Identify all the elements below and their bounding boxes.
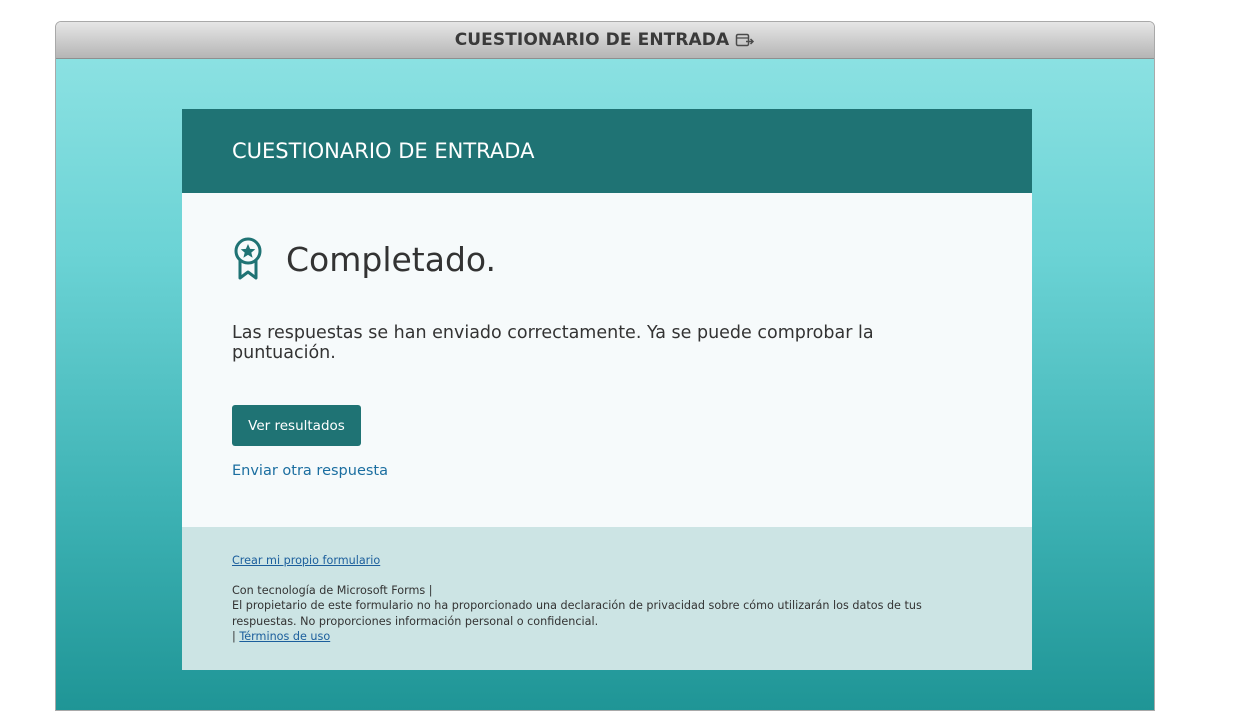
app-window: CUESTIONARIO DE ENTRADA CUESTIONARIO DE … bbox=[55, 21, 1155, 711]
form-header: CUESTIONARIO DE ENTRADA bbox=[182, 109, 1032, 193]
powered-by-text: Con tecnología de Microsoft Forms | bbox=[232, 583, 433, 597]
window-titlebar: CUESTIONARIO DE ENTRADA bbox=[56, 22, 1154, 59]
confirmation-message: Las respuestas se han enviado correctame… bbox=[232, 323, 874, 363]
privacy-notice: El propietario de este formulario no ha … bbox=[232, 599, 922, 628]
terms-of-use-link[interactable]: Términos de uso bbox=[239, 630, 330, 643]
terms-separator: | bbox=[232, 630, 236, 643]
open-external-icon[interactable] bbox=[735, 32, 755, 48]
form-title: CUESTIONARIO DE ENTRADA bbox=[232, 139, 535, 163]
view-results-button[interactable]: Ver resultados bbox=[232, 405, 361, 446]
form-footer: Crear mi propio formulario Con tecnologí… bbox=[182, 527, 1032, 670]
window-title: CUESTIONARIO DE ENTRADA bbox=[454, 30, 730, 50]
form-card: CUESTIONARIO DE ENTRADA Completado. Las … bbox=[182, 109, 1032, 670]
status-title: Completado. bbox=[286, 239, 497, 279]
page-viewport: CUESTIONARIO DE ENTRADA Completado. Las … bbox=[56, 59, 1154, 710]
submit-another-response-link[interactable]: Enviar otra respuesta bbox=[232, 463, 982, 479]
terms-row: | Términos de uso bbox=[232, 629, 982, 645]
create-own-form-link[interactable]: Crear mi propio formulario bbox=[232, 553, 380, 569]
form-body: Completado. Las respuestas se han enviad… bbox=[182, 193, 1032, 527]
award-ribbon-icon bbox=[232, 237, 264, 281]
status-row: Completado. bbox=[232, 237, 982, 281]
